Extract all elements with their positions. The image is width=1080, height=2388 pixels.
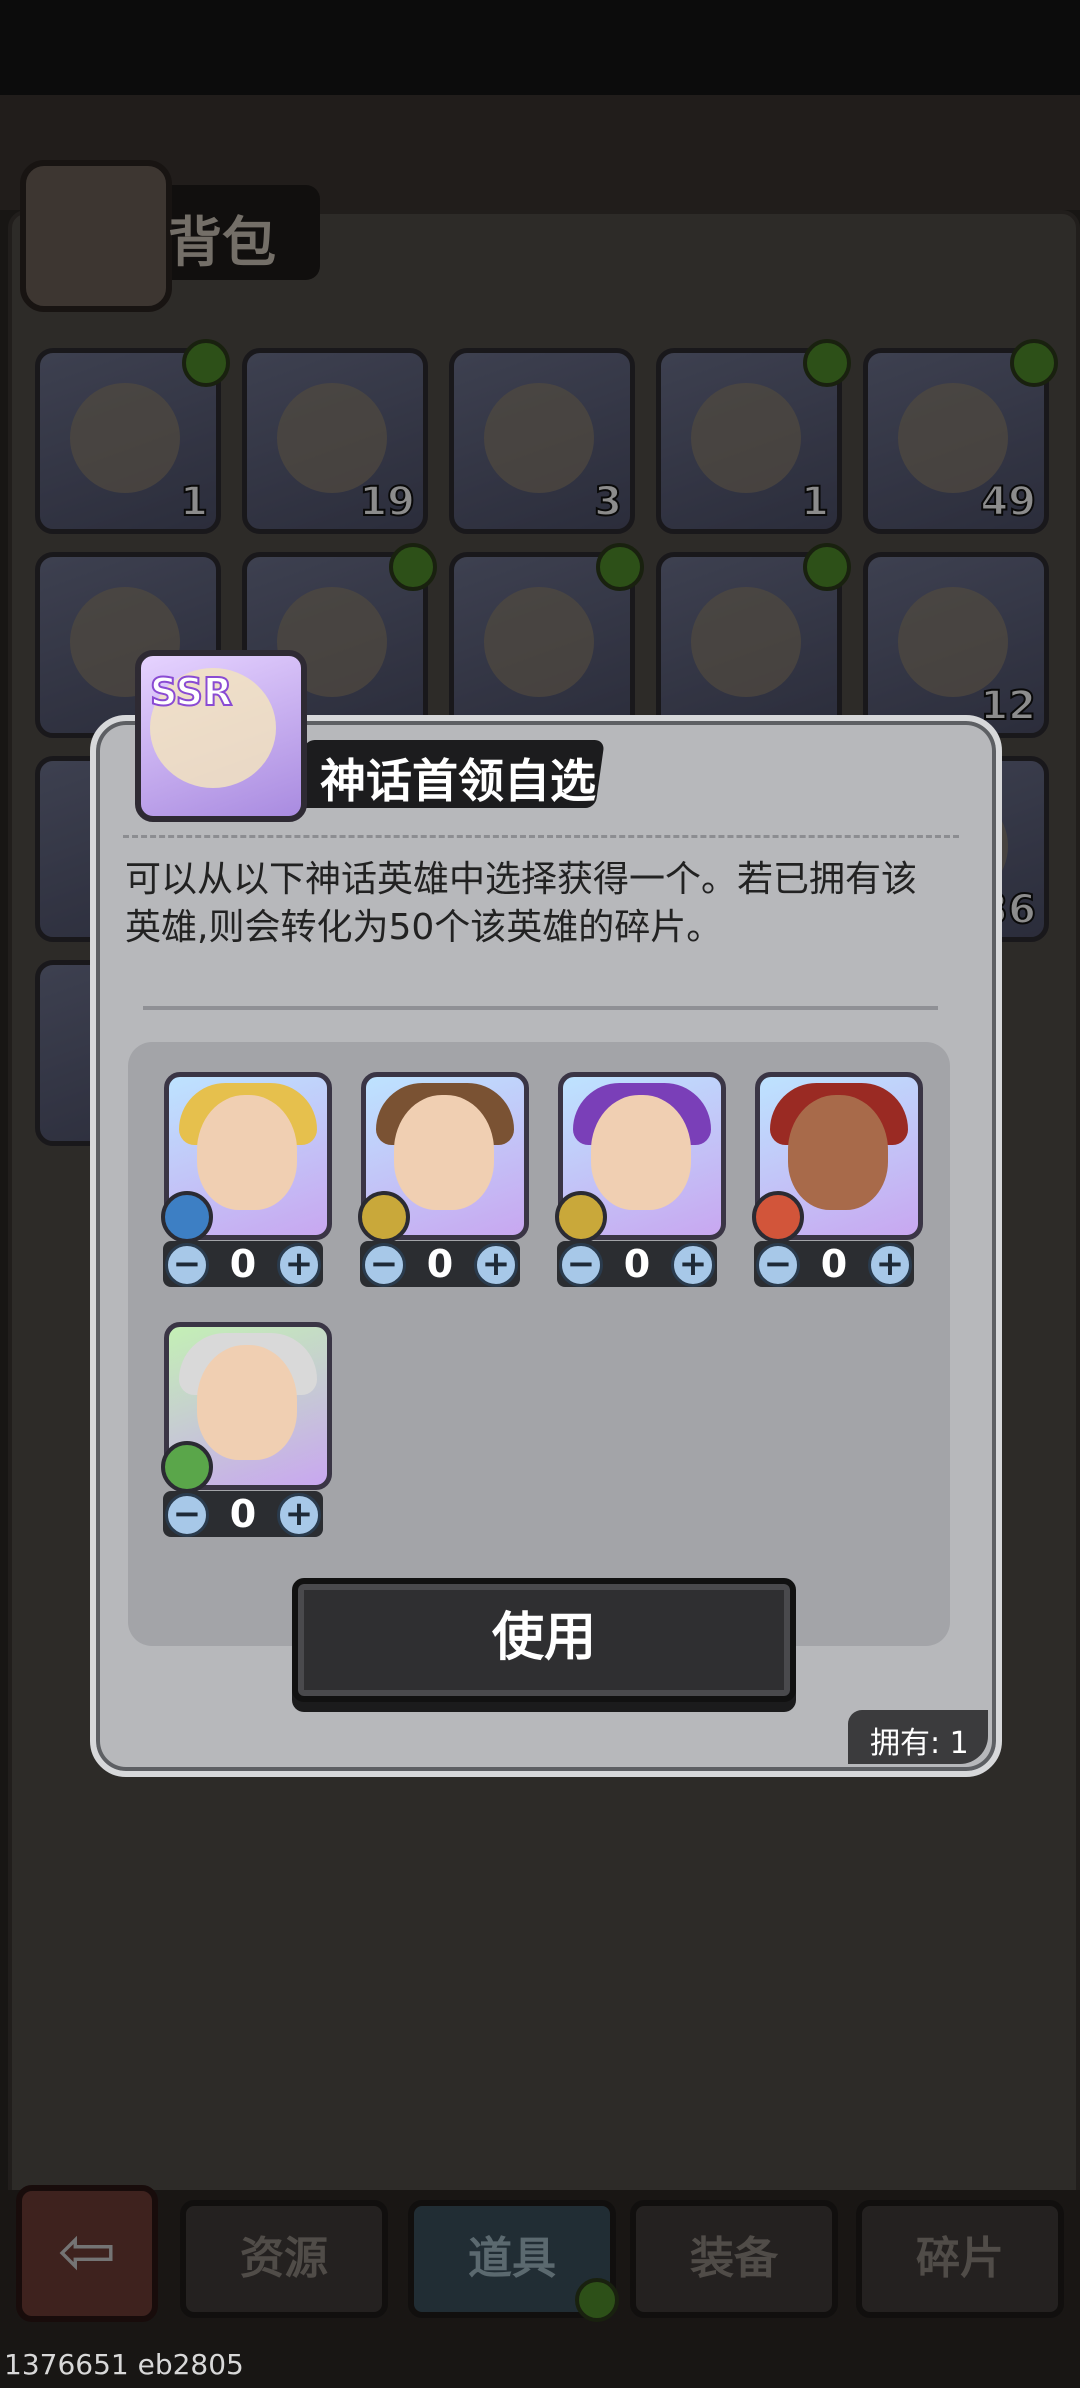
minus-button[interactable]: − — [165, 1243, 209, 1287]
hero-portrait — [394, 1095, 494, 1210]
hero-portrait — [591, 1095, 691, 1210]
minus-button[interactable]: − — [165, 1493, 209, 1537]
hero-card[interactable] — [161, 1072, 332, 1243]
build-id: 1376651 eb2805 — [4, 2348, 244, 2381]
minus-button[interactable]: − — [362, 1243, 406, 1287]
dashed-divider — [123, 835, 959, 838]
plus-button[interactable]: + — [868, 1243, 912, 1287]
quantity-value: 0 — [229, 1242, 257, 1286]
plus-button[interactable]: + — [474, 1243, 518, 1287]
hero-portrait — [197, 1345, 297, 1460]
description-line-1: 可以从以下神话英雄中选择获得一个。若已拥有该 — [125, 859, 918, 900]
hero-portrait — [197, 1095, 297, 1210]
wind-icon — [161, 1441, 213, 1493]
dialog-title: 神话首领自选 — [320, 754, 596, 808]
description-line-2: 英雄,则会转化为50个该英雄的碎片。 — [125, 907, 723, 948]
use-button[interactable]: 使用 — [292, 1578, 796, 1702]
quantity-stepper: − 0 + — [754, 1241, 914, 1287]
fire-icon — [752, 1191, 804, 1243]
quantity-stepper: − 0 + — [163, 1491, 323, 1537]
owned-count: 拥有: 1 — [870, 1726, 969, 1761]
quantity-stepper: − 0 + — [557, 1241, 717, 1287]
plus-button[interactable]: + — [277, 1243, 321, 1287]
quantity-value: 0 — [426, 1242, 454, 1286]
hero-card[interactable] — [358, 1072, 529, 1243]
quantity-value: 0 — [229, 1492, 257, 1536]
earth-icon — [358, 1191, 410, 1243]
top-status-bar — [0, 0, 1080, 95]
minus-button[interactable]: − — [559, 1243, 603, 1287]
hero-card[interactable] — [161, 1322, 332, 1493]
water-icon — [161, 1191, 213, 1243]
quantity-value: 0 — [820, 1242, 848, 1286]
earth-icon — [555, 1191, 607, 1243]
ssr-badge: SSR — [149, 669, 233, 715]
hero-card[interactable] — [752, 1072, 923, 1243]
hero-portrait — [788, 1095, 888, 1210]
section-divider — [143, 1006, 938, 1010]
hero-card[interactable] — [555, 1072, 726, 1243]
quantity-stepper: − 0 + — [163, 1241, 323, 1287]
quantity-value: 0 — [623, 1242, 651, 1286]
plus-button[interactable]: + — [277, 1493, 321, 1537]
minus-button[interactable]: − — [756, 1243, 800, 1287]
plus-button[interactable]: + — [671, 1243, 715, 1287]
quantity-stepper: − 0 + — [360, 1241, 520, 1287]
